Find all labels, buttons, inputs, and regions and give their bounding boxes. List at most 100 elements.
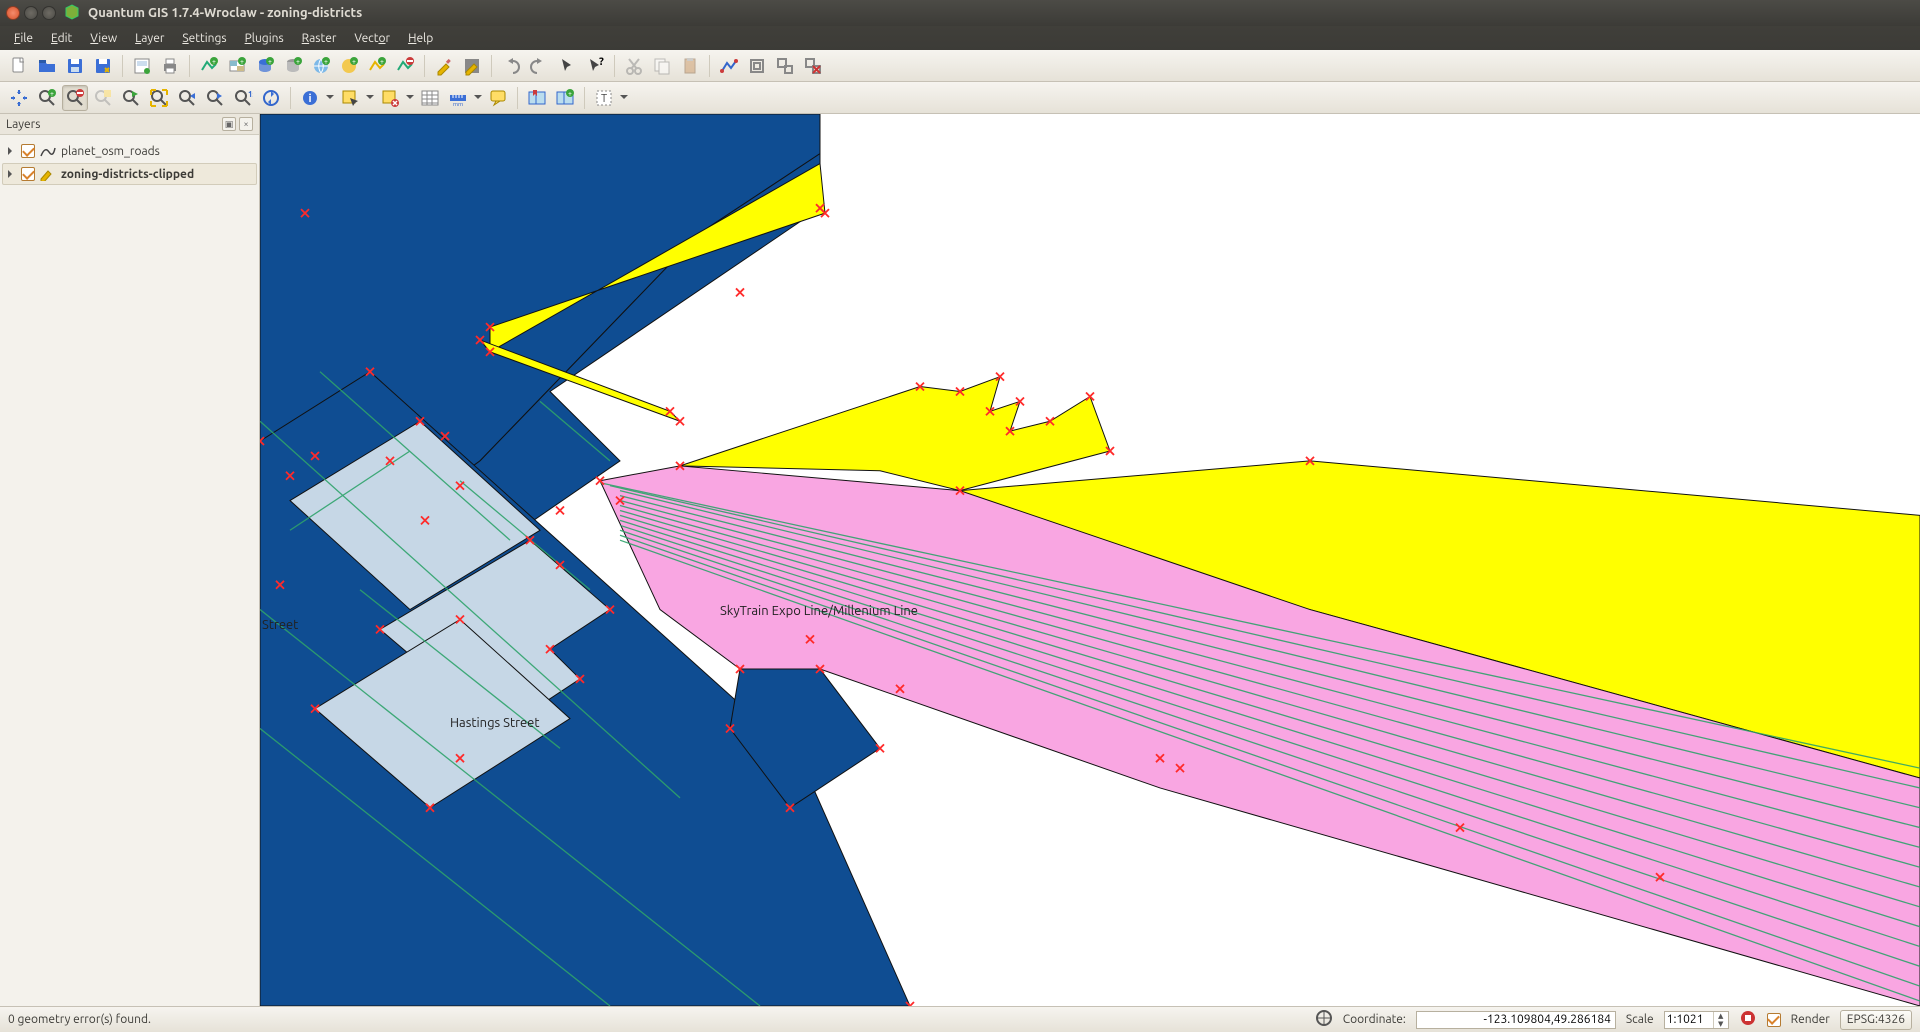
zoom-last-button[interactable] xyxy=(174,85,200,111)
stop-render-icon[interactable] xyxy=(1739,1009,1757,1030)
add-wms-layer-button[interactable]: + xyxy=(308,53,334,79)
menu-view[interactable]: View xyxy=(82,30,125,47)
open-project-button[interactable] xyxy=(34,53,60,79)
print-button[interactable] xyxy=(157,53,183,79)
deselect-button[interactable] xyxy=(377,85,403,111)
toggle-extents-icon[interactable] xyxy=(1315,1009,1333,1030)
text-annotation-button[interactable]: T xyxy=(591,85,617,111)
panel-close-button[interactable]: × xyxy=(239,117,253,131)
scale-up-button[interactable]: ▲ xyxy=(1714,1012,1728,1020)
zoom-in-button[interactable]: + xyxy=(34,85,60,111)
cut-button[interactable] xyxy=(621,53,647,79)
scale-input-wrap: ▲▼ xyxy=(1664,1011,1729,1029)
layer-row-planet-osm-roads[interactable]: planet_osm_roads xyxy=(2,140,257,162)
add-vector-layer-button[interactable]: + xyxy=(196,53,222,79)
paste-button[interactable] xyxy=(677,53,703,79)
zoom-selection-button[interactable] xyxy=(90,85,116,111)
render-label: Render xyxy=(1791,1013,1830,1026)
window-minimize-button[interactable] xyxy=(24,6,38,20)
menu-help[interactable]: Help xyxy=(400,30,441,47)
zoom-layer-button[interactable] xyxy=(118,85,144,111)
attribute-table-button[interactable] xyxy=(417,85,443,111)
new-project-button[interactable] xyxy=(6,53,32,79)
pointer-button[interactable] xyxy=(554,53,580,79)
panel-undock-button[interactable]: ▣ xyxy=(222,117,236,131)
annotation-dropdown[interactable] xyxy=(619,92,629,103)
toggle-editing-button[interactable] xyxy=(431,53,457,79)
status-message: 0 geometry error(s) found. xyxy=(8,1013,151,1026)
layer-expand-icon[interactable] xyxy=(7,146,17,156)
add-part-button[interactable] xyxy=(772,53,798,79)
add-postgis-layer-button[interactable]: + xyxy=(252,53,278,79)
zoom-full-button[interactable] xyxy=(146,85,172,111)
bookmarks-button[interactable] xyxy=(524,85,550,111)
window-maximize-button[interactable] xyxy=(42,6,56,20)
map-canvas[interactable]: SkyTrain Expo Line/Millenium Line Hastin… xyxy=(260,114,1920,1006)
select-button[interactable] xyxy=(337,85,363,111)
svg-text:+: + xyxy=(324,58,328,66)
layer-name: planet_osm_roads xyxy=(61,145,160,158)
add-ring-button[interactable] xyxy=(744,53,770,79)
layers-panel: Layers ▣ × planet_osm_roads zoning-distr… xyxy=(0,114,260,1006)
refresh-button[interactable] xyxy=(258,85,284,111)
menu-vector[interactable]: Vector xyxy=(346,30,398,47)
coordinate-input[interactable] xyxy=(1416,1011,1616,1029)
map-tips-button[interactable] xyxy=(485,85,511,111)
crs-button[interactable]: EPSG:4326 xyxy=(1840,1010,1912,1030)
scale-down-button[interactable]: ▼ xyxy=(1714,1020,1728,1028)
svg-text:+: + xyxy=(568,90,572,98)
zoom-out-button[interactable] xyxy=(62,85,88,111)
coordinate-label: Coordinate: xyxy=(1343,1013,1406,1026)
add-spatialite-layer-button[interactable]: + xyxy=(280,53,306,79)
remove-layer-button[interactable] xyxy=(392,53,418,79)
menubar: File Edit View Layer Settings Plugins Ra… xyxy=(0,26,1920,50)
measure-dropdown[interactable] xyxy=(473,92,483,103)
window-titlebar: Quantum GIS 1.7.4-Wroclaw - zoning-distr… xyxy=(0,0,1920,26)
undo-button[interactable] xyxy=(498,53,524,79)
new-vector-layer-button[interactable]: + xyxy=(364,53,390,79)
layers-tree[interactable]: planet_osm_roads zoning-districts-clippe… xyxy=(0,135,259,1006)
scale-input[interactable] xyxy=(1665,1012,1713,1028)
render-checkbox[interactable] xyxy=(1767,1013,1781,1027)
svg-text:1:1: 1:1 xyxy=(248,90,253,99)
layers-panel-header: Layers ▣ × xyxy=(0,114,259,135)
simplify-button[interactable] xyxy=(716,53,742,79)
layer-expand-icon[interactable] xyxy=(7,169,17,179)
menu-settings[interactable]: Settings xyxy=(174,30,234,47)
layer-visibility-checkbox[interactable] xyxy=(21,144,35,158)
save-edits-button[interactable] xyxy=(459,53,485,79)
menu-plugins[interactable]: Plugins xyxy=(237,30,292,47)
scale-label: Scale xyxy=(1626,1013,1654,1026)
zoom-native-button[interactable]: 1:1 xyxy=(230,85,256,111)
save-project-button[interactable] xyxy=(62,53,88,79)
window-close-button[interactable] xyxy=(6,6,20,20)
measure-button[interactable]: mm xyxy=(445,85,471,111)
layer-name: zoning-districts-clipped xyxy=(61,168,194,181)
identify-button[interactable]: i xyxy=(297,85,323,111)
pan-button[interactable] xyxy=(6,85,32,111)
save-project-as-button[interactable] xyxy=(90,53,116,79)
copy-button[interactable] xyxy=(649,53,675,79)
deselect-dropdown[interactable] xyxy=(405,92,415,103)
new-bookmark-button[interactable]: + xyxy=(552,85,578,111)
layers-panel-title: Layers xyxy=(6,118,40,131)
add-wfs-layer-button[interactable]: + xyxy=(336,53,362,79)
layer-row-zoning-districts[interactable]: zoning-districts-clipped xyxy=(2,163,257,185)
svg-text:mm: mm xyxy=(453,101,463,108)
composer-button[interactable] xyxy=(129,53,155,79)
layer-visibility-checkbox[interactable] xyxy=(21,167,35,181)
add-raster-layer-button[interactable]: + xyxy=(224,53,250,79)
identify-dropdown[interactable] xyxy=(325,92,335,103)
redo-button[interactable] xyxy=(526,53,552,79)
select-dropdown[interactable] xyxy=(365,92,375,103)
menu-file[interactable]: File xyxy=(6,30,41,47)
menu-layer[interactable]: Layer xyxy=(127,30,172,47)
menu-raster[interactable]: Raster xyxy=(294,30,345,47)
svg-text:+: + xyxy=(268,58,272,66)
delete-ring-button[interactable] xyxy=(800,53,826,79)
svg-text:+: + xyxy=(212,58,216,66)
svg-text:+: + xyxy=(352,58,356,66)
menu-edit[interactable]: Edit xyxy=(43,30,80,47)
whats-this-button[interactable]: ? xyxy=(582,53,608,79)
zoom-next-button[interactable] xyxy=(202,85,228,111)
